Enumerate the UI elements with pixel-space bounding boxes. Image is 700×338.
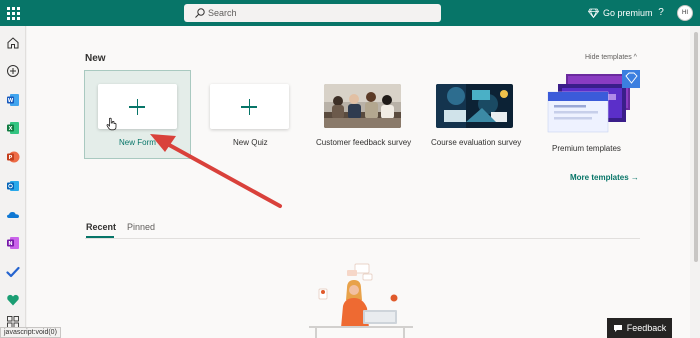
home-icon[interactable]: [6, 36, 20, 50]
feedback-icon: [613, 324, 622, 332]
status-bar-url: javascript:void(0): [0, 327, 61, 338]
feedback-button[interactable]: Feedback: [607, 318, 672, 338]
tab-pinned[interactable]: Pinned: [127, 222, 155, 232]
svg-text:W: W: [8, 98, 14, 104]
search-placeholder: Search: [208, 8, 237, 18]
onenote-icon[interactable]: N: [6, 236, 20, 250]
todo-icon[interactable]: [6, 265, 20, 279]
powerpoint-icon[interactable]: P: [6, 150, 20, 164]
new-section-title: New: [85, 53, 106, 64]
avatar[interactable]: HI: [677, 5, 693, 21]
feedback-label: Feedback: [626, 323, 667, 333]
more-templates-link[interactable]: More templates →: [570, 173, 639, 182]
create-icon[interactable]: [6, 64, 20, 78]
go-premium-button[interactable]: Go premium: [588, 6, 653, 20]
tab-recent[interactable]: Recent: [86, 222, 116, 232]
left-app-rail: W X P N: [0, 26, 26, 338]
empty-state-illustration: [309, 263, 413, 338]
customer-feedback-thumbnail[interactable]: [324, 84, 401, 128]
premium-templates-label[interactable]: Premium templates: [552, 144, 621, 153]
app-launcher-icon[interactable]: [6, 6, 20, 20]
viva-icon[interactable]: [6, 293, 20, 307]
onedrive-icon[interactable]: [6, 208, 20, 222]
word-icon[interactable]: W: [6, 93, 20, 107]
customer-feedback-label[interactable]: Customer feedback survey: [316, 138, 411, 147]
search-icon: [195, 8, 205, 18]
course-evaluation-label[interactable]: Course evaluation survey: [431, 138, 521, 147]
scrollbar-thumb[interactable]: [694, 32, 698, 262]
diamond-icon: [588, 8, 599, 18]
outlook-icon[interactable]: [6, 179, 20, 193]
new-form-label[interactable]: New Form: [119, 138, 156, 147]
help-button[interactable]: ?: [656, 6, 666, 20]
svg-text:X: X: [9, 126, 13, 132]
svg-text:P: P: [9, 155, 13, 161]
top-bar: Search Go premium ? HI: [0, 0, 700, 26]
svg-text:N: N: [8, 241, 12, 247]
plus-icon-vertical: [136, 98, 138, 115]
hide-templates-button[interactable]: Hide templates ^: [585, 54, 637, 61]
go-premium-label: Go premium: [603, 8, 653, 18]
excel-icon[interactable]: X: [6, 121, 20, 135]
new-quiz-label[interactable]: New Quiz: [233, 138, 268, 147]
new-quiz-thumbnail[interactable]: [210, 84, 289, 129]
plus-icon-vertical: [248, 98, 250, 115]
tab-divider: [85, 238, 640, 239]
hand-cursor-icon: [106, 117, 117, 131]
premium-templates-thumbnail[interactable]: [546, 70, 640, 136]
course-evaluation-thumbnail[interactable]: [436, 84, 513, 128]
search-box[interactable]: Search: [184, 4, 441, 22]
